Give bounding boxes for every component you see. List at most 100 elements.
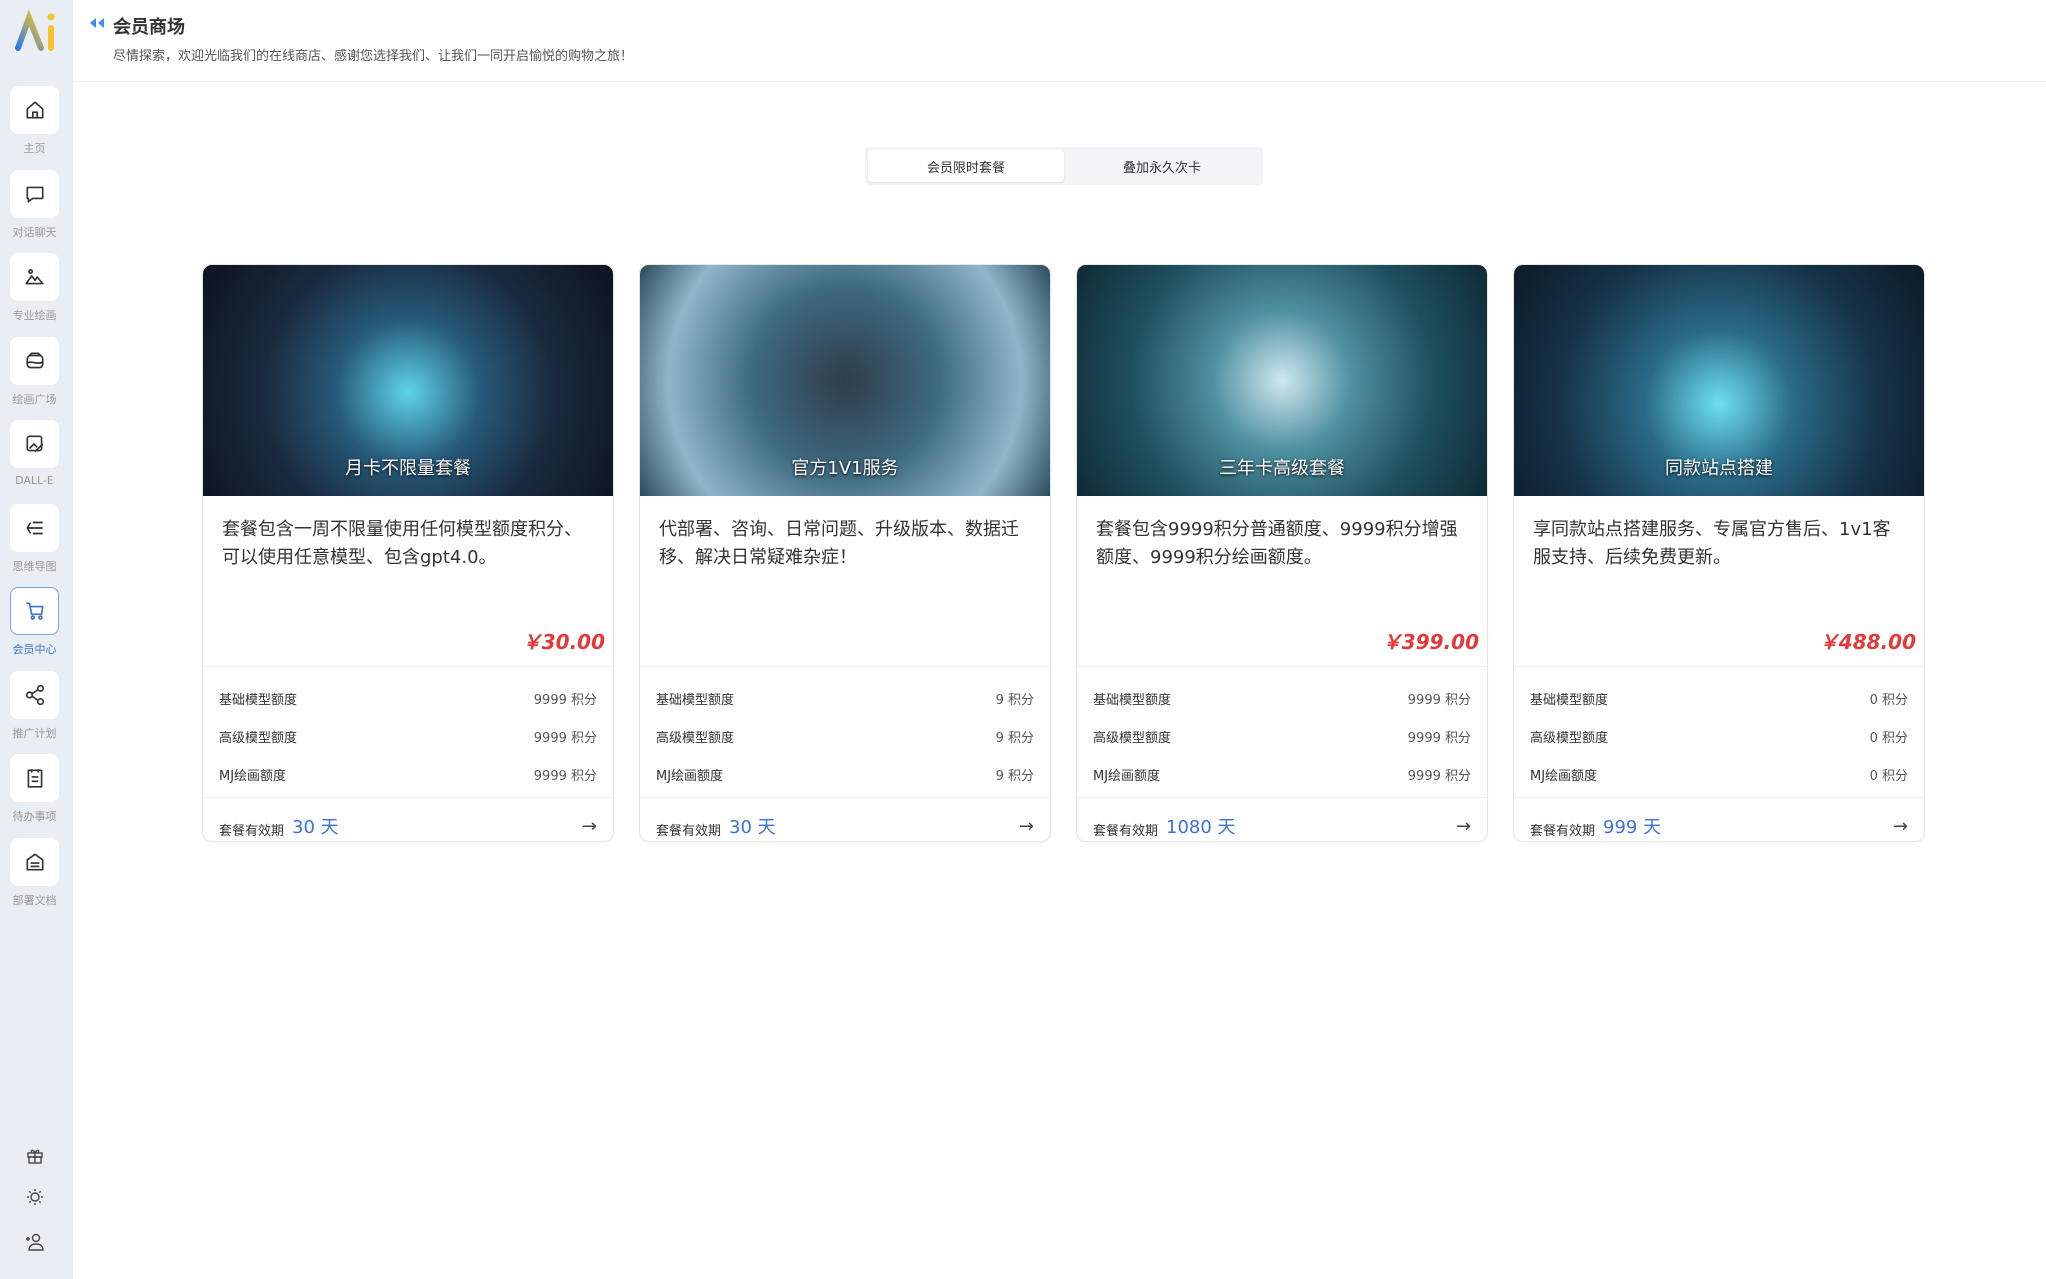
sidebar-item-box[interactable] (10, 253, 59, 301)
quota-value: 9999 积分 (533, 692, 597, 708)
plan-quotas: 基础模型额度 9999 积分 高级模型额度 9999 积分 MJ绘画额度 9999 积分 (1077, 666, 1487, 798)
quota-label: 基础模型额度 (1093, 692, 1172, 708)
quota-row: MJ绘画额度 9999 积分 (1093, 755, 1471, 793)
quota-label: 基础模型额度 (1530, 692, 1609, 708)
back-icon[interactable] (89, 17, 105, 29)
plan-image: 月卡不限量套餐 (203, 265, 613, 496)
quota-label: 高级模型额度 (656, 730, 735, 746)
sidebar-item-home[interactable]: 主页 (10, 86, 59, 156)
sidebar-item-box[interactable] (10, 503, 59, 552)
quota-row: 基础模型额度 0 积分 (1530, 679, 1908, 717)
plan-price (640, 618, 1050, 666)
sidebar-item-box[interactable] (10, 754, 59, 802)
quota-row: 高级模型额度 0 积分 (1530, 717, 1908, 755)
plan-quotas: 基础模型额度 9999 积分高级模型额度 9999 积分 MJ绘画额度 9999 积分 (203, 666, 613, 798)
plan-footer: 套餐有效期 30 天 → (640, 798, 1050, 841)
plan-card[interactable]: 月卡不限量套餐 套餐包含一周不限量使用任何模型额度积分、可以使用任意模型、包含g… (202, 264, 614, 842)
tab-permanent-cards[interactable]: 叠加永久次卡 (1064, 150, 1260, 182)
plan-description: 享同款站点搭建服务、专属官方售后、1v1客服支持、后续免费更新。 (1533, 519, 1891, 568)
validity-label: 套餐有效期 (656, 823, 722, 839)
mindmap-icon (25, 521, 43, 534)
page-subtitle: 尽情探索，欢迎光临我们的在线商店、感谢您选择我们、让我们一同开启愉悦的购物之旅！ (113, 49, 634, 64)
sidebar-item-label: 推广计划 (12, 726, 57, 740)
validity-label: 套餐有效期 (219, 823, 285, 839)
quota-label: MJ绘画额度 (1093, 768, 1161, 784)
plan-footer: 套餐有效期 999 天 → (1514, 798, 1924, 841)
sun-icon[interactable] (24, 1186, 46, 1208)
arrow-right-icon[interactable]: → (582, 816, 597, 837)
sidebar-item-box[interactable] (10, 587, 59, 635)
quota-value: 9999 积分 (1407, 768, 1471, 784)
sidebar-item-label: 对话聊天 (12, 225, 57, 239)
sidebar-item-label: 绘画广场 (12, 392, 57, 406)
add-user-icon[interactable] (24, 1231, 46, 1253)
sidebar-item-box[interactable] (10, 670, 59, 719)
quota-value: 9999 积分 (1407, 692, 1471, 708)
quota-value: 9 积分 (995, 768, 1034, 784)
quota-label: 基础模型额度 (656, 692, 735, 708)
plan-description: 代部署、咨询、日常问题、升级版本、数据迁移、解决日常疑难杂症！ (659, 519, 1019, 568)
sidebar-item-label: 思维导图 (12, 559, 57, 573)
mountain-image-icon (24, 269, 44, 285)
plan-card[interactable]: 三年卡高级套餐 套餐包含9999积分普通额度、9999积分增强额度、9999积分… (1076, 264, 1488, 842)
validity-days: 30 天 (729, 817, 776, 838)
page-header: 会员商场 尽情探索，欢迎光临我们的在线商店、感谢您选择我们、让我们一同开启愉悦的… (73, 0, 2046, 82)
plan-price: ￥399.00 (1381, 630, 1479, 654)
sidebar-item-chat[interactable]: 对话聊天 (10, 169, 59, 240)
quota-row: MJ绘画额度 9 积分 (656, 755, 1034, 793)
plan-quotas: 基础模型额度 0 积分 高级模型额度 0 积分 MJ绘画额度 0 积分 (1514, 666, 1924, 798)
validity-days: 30 天 (292, 817, 339, 838)
sidebar-item-share[interactable]: 推广计划 (10, 670, 59, 741)
quota-row: 高级模型额度 9 积分 (656, 717, 1034, 755)
quota-value: 9999 积分 (1407, 730, 1471, 746)
sidebar-item-gallery[interactable]: 绘画广场 (10, 336, 59, 407)
plan-description: 套餐包含一周不限量使用任何模型额度积分、可以使用任意模型、包含gpt4.0。 (222, 519, 582, 568)
sidebar-item-label: 主页 (23, 142, 46, 155)
sidebar-item-box[interactable] (10, 420, 59, 468)
document-icon (25, 852, 44, 871)
logo (15, 10, 55, 51)
plan-caption: 官方1V1服务 (791, 458, 899, 479)
sidebar-item-cart[interactable]: 会员中心 (10, 587, 59, 657)
arrow-right-icon[interactable]: → (1893, 816, 1908, 837)
sidebar-item-box[interactable] (10, 86, 59, 134)
plan-quotas: 基础模型额度 9 积分 高级模型额度 9 积分 MJ绘画额度 9 积分 (640, 666, 1050, 798)
quota-row: 高级模型额度 9999 积分 (1093, 717, 1471, 755)
tab-limited-plans[interactable]: 会员限时套餐 (868, 150, 1064, 182)
sidebar-item-box[interactable] (10, 336, 59, 385)
quota-label: MJ绘画额度 (219, 768, 287, 784)
sidebar-item-box[interactable] (10, 837, 59, 886)
plan-image: 三年卡高级套餐 (1077, 265, 1487, 496)
sidebar-item-mindmap[interactable]: 思维导图 (10, 503, 59, 574)
sidebar-item-label: 专业绘画 (12, 309, 57, 322)
plan-caption: 月卡不限量套餐 (345, 458, 471, 479)
plan-footer: 套餐有效期 1080 天 → (1077, 798, 1487, 841)
plan-description: 套餐包含9999积分普通额度、9999积分增强额度、9999积分绘画额度。 (1096, 519, 1458, 568)
page-title: 会员商场 (113, 17, 185, 38)
plan-tabs: 会员限时套餐 叠加永久次卡 (865, 147, 1263, 185)
quota-value: 0 积分 (1869, 768, 1908, 784)
quota-value: 9999 积分 (533, 768, 597, 784)
quota-row: 基础模型额度 9999 积分 (219, 679, 597, 717)
plan-card[interactable]: 官方1V1服务 代部署、咨询、日常问题、升级版本、数据迁移、解决日常疑难杂症！ … (639, 264, 1051, 842)
sidebar-item-box[interactable] (10, 169, 59, 218)
validity-label: 套餐有效期 (1093, 823, 1159, 839)
sidebar-item-mountain-image[interactable]: 专业绘画 (10, 253, 59, 323)
sidebar-item-edit-image[interactable]: DALL-E (10, 420, 59, 487)
quota-row: MJ绘画额度 0 积分 (1530, 755, 1908, 793)
sidebar: 主页对话聊天专业绘画绘画广场 DALL-E 思维导图会员中心推广计划待办事项部署文档 (0, 0, 73, 1279)
quota-label: 高级模型额度 (219, 730, 298, 746)
plan-caption: 三年卡高级套餐 (1219, 458, 1345, 479)
sidebar-item-clipboard[interactable]: 待办事项 (10, 754, 59, 824)
arrow-right-icon[interactable]: → (1456, 816, 1471, 837)
share-icon (25, 684, 44, 705)
edit-image-icon (25, 435, 43, 453)
chat-icon (25, 186, 44, 203)
arrow-right-icon[interactable]: → (1019, 816, 1034, 837)
sidebar-item-document[interactable]: 部署文档 (10, 837, 59, 908)
gift-icon[interactable] (24, 1145, 46, 1167)
plan-card[interactable]: 同款站点搭建 享同款站点搭建服务、专属官方售后、1v1客服支持、后续免费更新。 … (1513, 264, 1925, 842)
gallery-icon (25, 351, 44, 368)
plan-image: 同款站点搭建 (1514, 265, 1924, 496)
validity-days: 999 天 (1603, 817, 1662, 838)
